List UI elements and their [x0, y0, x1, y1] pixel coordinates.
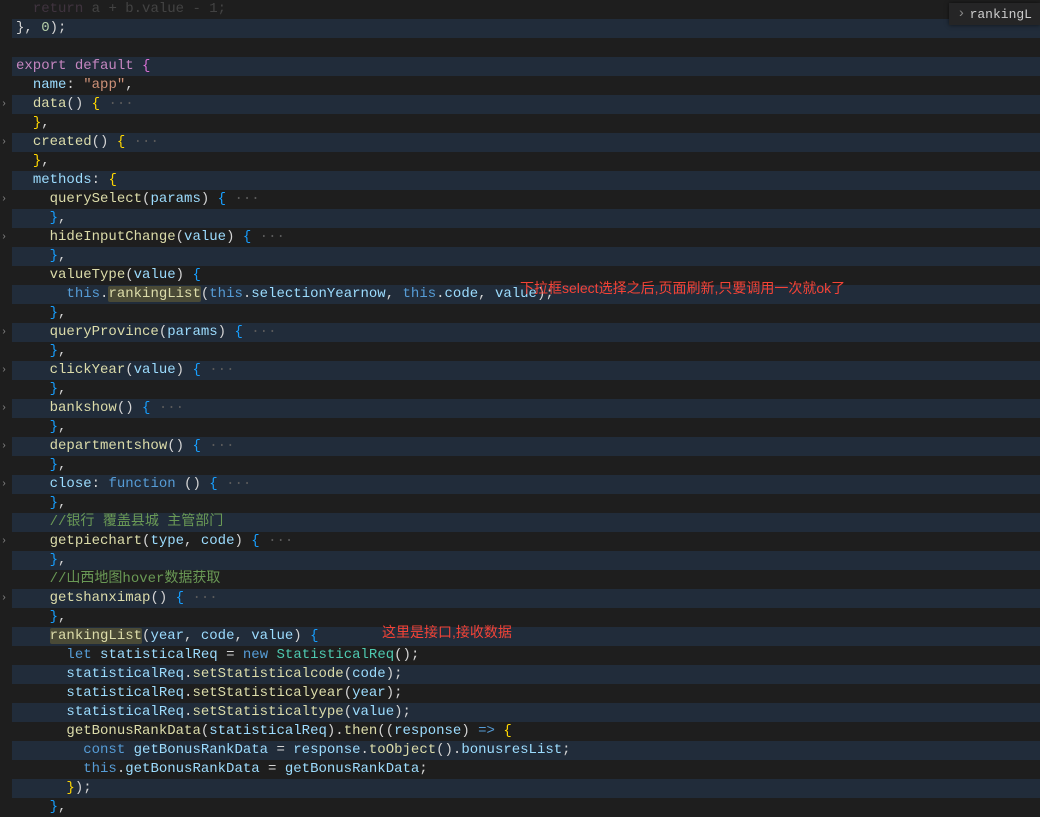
code-line[interactable]: }, [12, 551, 1040, 570]
fold-chevron-icon[interactable]: › [1, 190, 7, 209]
code-line[interactable] [12, 38, 1040, 57]
code-line[interactable]: }, [12, 418, 1040, 437]
code-line[interactable]: //银行 覆盖县城 主管部门 [12, 513, 1040, 532]
code-line[interactable]: methods: { [12, 171, 1040, 190]
code-line[interactable]: }, [12, 304, 1040, 323]
code-line[interactable]: querySelect(params) { ··· [12, 190, 1040, 209]
code-line[interactable]: }, [12, 114, 1040, 133]
code-line[interactable]: }, [12, 608, 1040, 627]
fold-chevron-icon[interactable]: › [1, 589, 7, 608]
code-line[interactable]: }, [12, 342, 1040, 361]
code-line[interactable]: const getBonusRankData = response.toObje… [12, 741, 1040, 760]
code-line[interactable]: statisticalReq.setStatisticaltype(value)… [12, 703, 1040, 722]
code-line[interactable]: data() { ··· [12, 95, 1040, 114]
fold-chevron-icon[interactable]: › [1, 133, 7, 152]
code-line[interactable]: queryProvince(params) { ··· [12, 323, 1040, 342]
code-line[interactable]: getshanximap() { ··· [12, 589, 1040, 608]
code-line[interactable]: }, [12, 798, 1040, 817]
code-editor[interactable]: › › › › › › › › › › › return a + b.value - 1; }, 0… [0, 0, 1040, 805]
fold-chevron-icon[interactable]: › [1, 437, 7, 456]
code-line[interactable]: }, [12, 456, 1040, 475]
code-line[interactable]: this.getBonusRankData = getBonusRankData… [12, 760, 1040, 779]
code-line[interactable]: created() { ··· [12, 133, 1040, 152]
fold-chevron-icon[interactable]: › [1, 399, 7, 418]
code-line[interactable]: return a + b.value - 1; [12, 0, 1040, 19]
code-line[interactable]: clickYear(value) { ··· [12, 361, 1040, 380]
code-line[interactable]: let statisticalReq = new StatisticalReq(… [12, 646, 1040, 665]
fold-chevron-icon[interactable]: › [1, 532, 7, 551]
code-line[interactable]: departmentshow() { ··· [12, 437, 1040, 456]
breadcrumb-bar[interactable]: › rankingL [949, 3, 1040, 25]
gutter: › › › › › › › › › › › [0, 0, 12, 805]
code-line[interactable]: bankshow() { ··· [12, 399, 1040, 418]
code-line[interactable]: }, [12, 247, 1040, 266]
chevron-right-icon: › [957, 6, 965, 22]
code-line[interactable]: statisticalReq.setStatisticalcode(code); [12, 665, 1040, 684]
fold-chevron-icon[interactable]: › [1, 228, 7, 247]
code-line[interactable]: hideInputChange(value) { ··· [12, 228, 1040, 247]
code-line[interactable]: statisticalReq.setStatisticalyear(year); [12, 684, 1040, 703]
code-line[interactable]: name: "app", [12, 76, 1040, 95]
code-line[interactable]: }, [12, 380, 1040, 399]
code-line[interactable]: export default { [12, 57, 1040, 76]
code-line[interactable]: }); [12, 779, 1040, 798]
code-line[interactable]: //山西地图hover数据获取 [12, 570, 1040, 589]
code-line[interactable]: }, [12, 152, 1040, 171]
code-line[interactable]: close: function () { ··· [12, 475, 1040, 494]
fold-chevron-icon[interactable]: › [1, 475, 7, 494]
fold-chevron-icon[interactable]: › [1, 95, 7, 114]
code-line[interactable]: }, [12, 494, 1040, 513]
annotation-2: 这里是接口,接收数据 [382, 622, 512, 642]
code-line[interactable]: rankingList(year, code, value) { [12, 627, 1040, 646]
fold-chevron-icon[interactable]: › [1, 323, 7, 342]
code-line[interactable]: }, 0); [12, 19, 1040, 38]
breadcrumb-item[interactable]: rankingL [970, 7, 1032, 22]
code-area[interactable]: return a + b.value - 1; }, 0); export de… [12, 0, 1040, 805]
code-line[interactable]: getpiechart(type, code) { ··· [12, 532, 1040, 551]
code-line[interactable]: getBonusRankData(statisticalReq).then((r… [12, 722, 1040, 741]
annotation-1: 下拉框select选择之后,页面刷新,只要调用一次就ok了 [520, 278, 845, 298]
code-line[interactable]: }, [12, 209, 1040, 228]
fold-chevron-icon[interactable]: › [1, 361, 7, 380]
